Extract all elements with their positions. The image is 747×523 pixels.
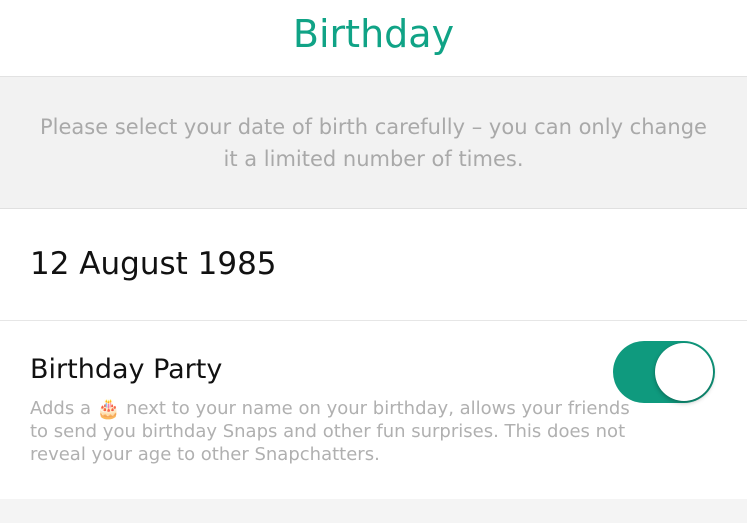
- description-text-end: next to your name on your birthday, allo…: [30, 398, 630, 465]
- birthday-party-row: Birthday Party Adds a 🎂 next to your nam…: [0, 321, 747, 499]
- birthday-party-description: Adds a 🎂 next to your name on your birth…: [30, 397, 630, 466]
- notice-banner: Please select your date of birth careful…: [0, 77, 747, 209]
- birthday-date-field[interactable]: 12 August 1985: [0, 209, 747, 321]
- birthday-date-value: 12 August 1985: [30, 246, 277, 282]
- birthday-party-label: Birthday Party: [30, 354, 223, 385]
- toggle-knob[interactable]: [655, 343, 713, 401]
- page-title: Birthday: [292, 12, 455, 56]
- cake-icon: 🎂: [96, 398, 121, 420]
- notice-text: Please select your date of birth careful…: [40, 115, 707, 171]
- bottom-background: [0, 499, 747, 523]
- description-text-start: Adds a: [30, 398, 97, 419]
- birthday-party-toggle[interactable]: [613, 341, 715, 403]
- header-bar: Birthday: [0, 0, 747, 77]
